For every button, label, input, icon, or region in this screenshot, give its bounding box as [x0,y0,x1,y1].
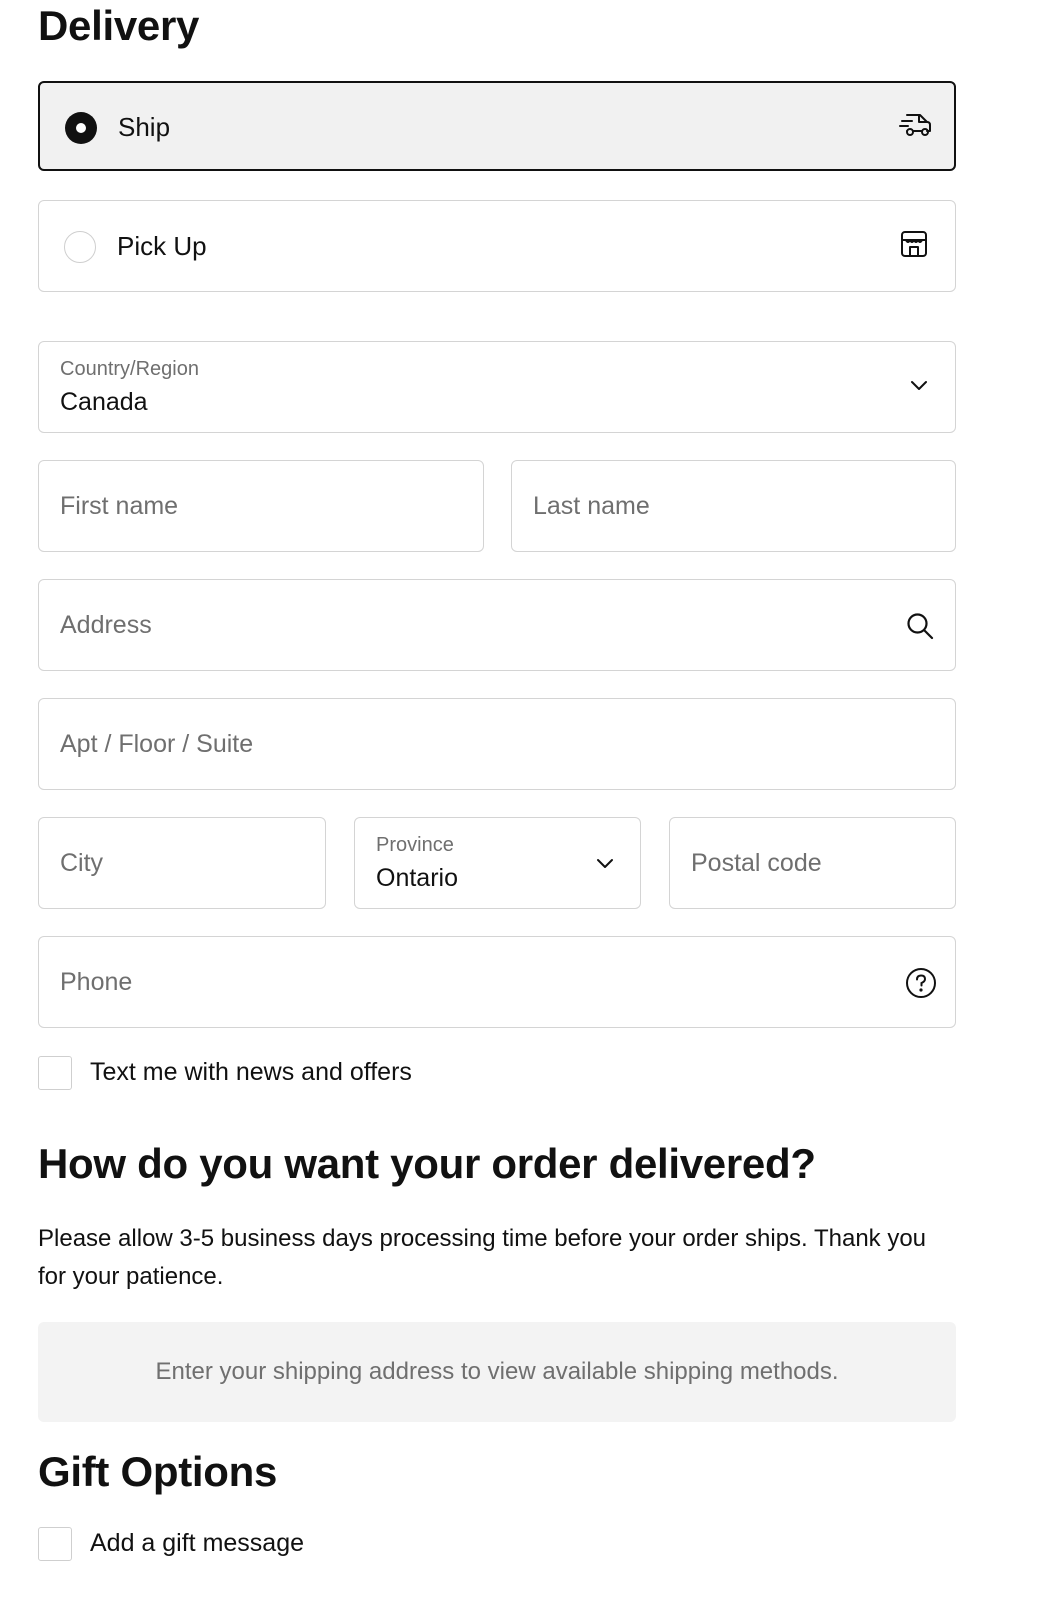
phone-placeholder: Phone [60,968,133,996]
pickup-option[interactable]: Pick Up [38,200,956,292]
first-name-placeholder: First name [60,492,179,520]
province-select[interactable]: Province Ontario [354,817,641,909]
search-icon[interactable] [905,611,935,646]
shipping-methods-notice: Enter your shipping address to view avai… [38,1322,956,1422]
ship-option[interactable]: Ship [38,81,956,171]
last-name-placeholder: Last name [533,492,650,520]
apt-field[interactable]: Apt / Floor / Suite [38,698,956,790]
postal-code-placeholder: Postal code [691,849,822,877]
province-value: Ontario [376,864,458,892]
chevron-down-icon [595,856,615,875]
ship-radio[interactable] [65,112,97,144]
help-icon[interactable] [905,967,937,1004]
gift-options-heading: Gift Options [38,1448,278,1495]
shipping-heading: How do you want your order delivered? [38,1140,816,1187]
province-label: Province [376,834,454,856]
gift-message-label: Add a gift message [90,1529,305,1557]
city-placeholder: City [60,849,104,877]
chevron-down-icon [909,378,929,397]
postal-code-field[interactable]: Postal code [669,817,956,909]
phone-field[interactable]: Phone [38,936,956,1028]
truck-icon [898,110,934,145]
last-name-field[interactable]: Last name [511,460,956,552]
country-label: Country/Region [60,358,199,380]
gift-message-checkbox[interactable] [38,1527,72,1561]
pickup-label: Pick Up [117,231,207,261]
first-name-field[interactable]: First name [38,460,484,552]
address-field[interactable]: Address [38,579,956,671]
sms-optin-label: Text me with news and offers [90,1058,412,1086]
city-field[interactable]: City [38,817,326,909]
sms-optin-checkbox[interactable] [38,1056,72,1090]
ship-label: Ship [118,112,171,142]
delivery-heading: Delivery [38,2,200,49]
pickup-radio[interactable] [64,231,96,263]
country-select[interactable]: Country/Region Canada [38,341,956,433]
shipping-description: Please allow 3-5 business days processin… [38,1225,927,1290]
address-placeholder: Address [60,611,152,639]
country-value: Canada [60,388,148,416]
store-icon [899,229,929,264]
apt-placeholder: Apt / Floor / Suite [60,730,254,758]
